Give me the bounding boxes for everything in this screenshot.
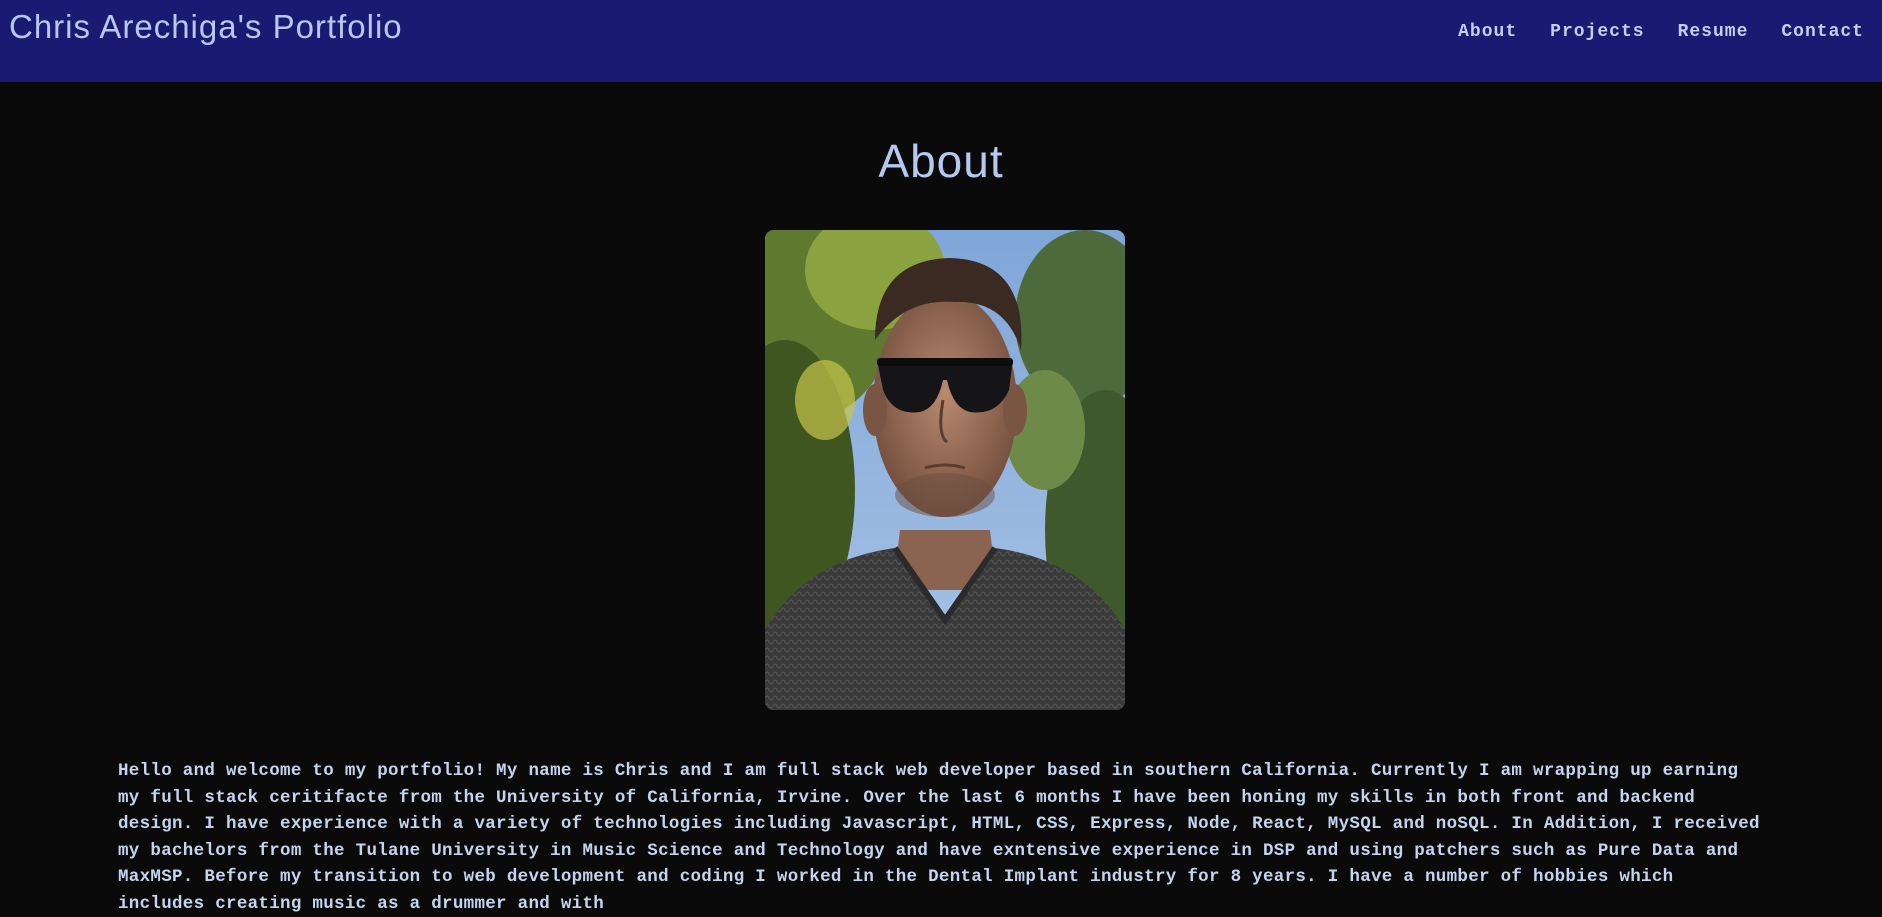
profile-photo: [765, 230, 1125, 710]
about-heading: About: [878, 135, 1004, 187]
site-title[interactable]: Chris Arechiga's Portfolio: [9, 8, 403, 46]
nav-links: About Projects Resume Contact: [1458, 22, 1864, 42]
nav-link-resume[interactable]: Resume: [1678, 22, 1749, 42]
profile-photo-illustration: [765, 230, 1125, 710]
navbar: Chris Arechiga's Portfolio About Project…: [0, 0, 1882, 82]
bio-paragraph: Hello and welcome to my portfolio! My na…: [118, 761, 1760, 914]
nav-link-contact[interactable]: Contact: [1781, 22, 1864, 42]
nav-link-about[interactable]: About: [1458, 22, 1517, 42]
nav-link-projects[interactable]: Projects: [1550, 22, 1644, 42]
